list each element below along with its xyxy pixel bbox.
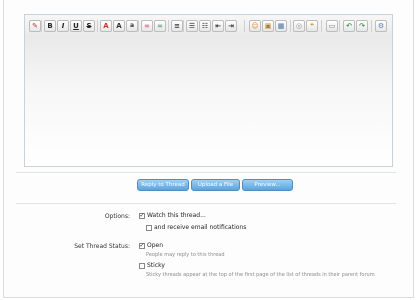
toolbar-separator bbox=[321, 20, 322, 32]
indent-icon: ⇥ bbox=[228, 21, 234, 30]
divider bbox=[16, 203, 396, 204]
image-icon: ▣ bbox=[264, 21, 272, 30]
outdent-button[interactable]: ⇤ bbox=[212, 20, 224, 32]
upload-file-button[interactable]: Upload a File bbox=[191, 179, 240, 191]
watch-thread-option[interactable]: ✓ Watch this thread... bbox=[139, 212, 206, 219]
underline-icon: U bbox=[73, 21, 79, 30]
divider bbox=[16, 172, 396, 173]
align-button[interactable]: ≡ bbox=[171, 20, 183, 32]
unlink-button[interactable]: ∞ bbox=[154, 20, 166, 32]
sticky-hint: Sticky threads appear at the top of the … bbox=[146, 272, 375, 278]
font-size-icon: A bbox=[116, 21, 122, 30]
media-icon: ▦ bbox=[277, 21, 285, 30]
bold-icon: B bbox=[47, 21, 53, 30]
font-size-button[interactable]: A bbox=[113, 20, 125, 32]
watch-thread-label: Watch this thread... bbox=[147, 212, 206, 219]
email-notifications-label: and receive email notifications bbox=[154, 224, 247, 231]
quote-button[interactable]: ❝ bbox=[306, 20, 318, 32]
toolbar-separator bbox=[138, 20, 139, 32]
open-option[interactable]: ✓ Open bbox=[139, 242, 163, 249]
link-icon: ∞ bbox=[144, 21, 150, 30]
redo-button[interactable]: ↷ bbox=[356, 20, 368, 32]
toolbar-separator bbox=[41, 20, 42, 32]
strikethrough-button[interactable]: S bbox=[83, 20, 95, 32]
sticky-option[interactable]: Sticky bbox=[139, 262, 165, 269]
open-checkbox[interactable]: ✓ bbox=[139, 242, 145, 249]
italic-button[interactable]: I bbox=[57, 20, 69, 32]
sticky-checkbox[interactable] bbox=[139, 262, 145, 269]
toggle-editor-icon: ⚙ bbox=[377, 21, 385, 30]
toolbar-separator bbox=[168, 20, 169, 32]
strikethrough-icon: S bbox=[86, 21, 92, 30]
toolbar-separator bbox=[290, 20, 291, 32]
font-family-icon: a bbox=[129, 22, 135, 29]
watch-thread-checkbox[interactable]: ✓ bbox=[139, 212, 145, 219]
unlink-icon: ∞ bbox=[157, 21, 163, 30]
bullet-list-button[interactable]: ☰ bbox=[186, 20, 198, 32]
sticky-label: Sticky bbox=[147, 262, 165, 269]
redo-icon: ↷ bbox=[359, 21, 365, 30]
open-label: Open bbox=[147, 242, 164, 249]
save-draft-button[interactable]: ▭ bbox=[326, 20, 338, 32]
code-icon: ◎ bbox=[295, 21, 303, 30]
outdent-icon: ⇤ bbox=[215, 21, 221, 30]
quote-icon: ❝ bbox=[309, 21, 315, 30]
rich-text-editor: ✎ B I U S A Aa ∞ ∞ ≡ ☰ ☷ ⇤ ⇥ ☺ ▣ ▦ ◎ ❝ ▭ ↶ ↷ ⚙ bbox=[24, 14, 393, 167]
italic-icon: I bbox=[61, 21, 65, 30]
align-icon: ≡ bbox=[174, 21, 180, 30]
underline-button[interactable]: U bbox=[70, 20, 82, 32]
code-button[interactable]: ◎ bbox=[293, 20, 305, 32]
editor-toolbar: ✎ B I U S A Aa ∞ ∞ ≡ ☰ ☷ ⇤ ⇥ ☺ ▣ ▦ ◎ ❝ ▭ ↶ ↷ ⚙ bbox=[25, 15, 392, 38]
undo-button[interactable]: ↶ bbox=[343, 20, 355, 32]
media-button[interactable]: ▦ bbox=[275, 20, 287, 32]
toggle-editor-button[interactable]: ⚙ bbox=[375, 20, 387, 32]
bullet-list-icon: ☰ bbox=[188, 21, 196, 30]
link-button[interactable]: ∞ bbox=[141, 20, 153, 32]
indent-button[interactable]: ⇥ bbox=[225, 20, 237, 32]
remove-format-icon: ✎ bbox=[32, 21, 38, 30]
thread-status-label: Set Thread Status: bbox=[74, 243, 130, 250]
save-draft-icon: ▭ bbox=[328, 21, 336, 30]
toolbar-separator bbox=[244, 20, 245, 32]
open-hint: People may reply to this thread bbox=[146, 252, 225, 258]
bold-button[interactable]: B bbox=[44, 20, 56, 32]
toolbar-separator bbox=[371, 20, 372, 32]
undo-icon: ↶ bbox=[346, 21, 352, 30]
numbered-list-button[interactable]: ☷ bbox=[199, 20, 211, 32]
font-family-button[interactable]: a bbox=[126, 20, 138, 32]
options-label: Options: bbox=[104, 213, 130, 220]
preview-button[interactable]: Preview... bbox=[242, 179, 293, 191]
remove-format-button[interactable]: ✎ bbox=[29, 20, 41, 32]
smilies-icon: ☺ bbox=[251, 21, 259, 30]
image-button[interactable]: ▣ bbox=[262, 20, 274, 32]
font-color-icon: A bbox=[103, 21, 109, 30]
email-notifications-option[interactable]: and receive email notifications bbox=[146, 224, 246, 231]
reply-to-thread-button[interactable]: Reply to Thread bbox=[137, 179, 189, 191]
font-color-button[interactable]: A bbox=[100, 20, 112, 32]
smilies-button[interactable]: ☺ bbox=[249, 20, 261, 32]
toolbar-separator bbox=[97, 20, 98, 32]
toolbar-separator bbox=[339, 20, 340, 32]
toolbar-separator bbox=[183, 20, 184, 32]
message-textarea[interactable] bbox=[25, 37, 392, 166]
numbered-list-icon: ☷ bbox=[201, 21, 209, 30]
email-notifications-checkbox[interactable] bbox=[146, 224, 152, 231]
